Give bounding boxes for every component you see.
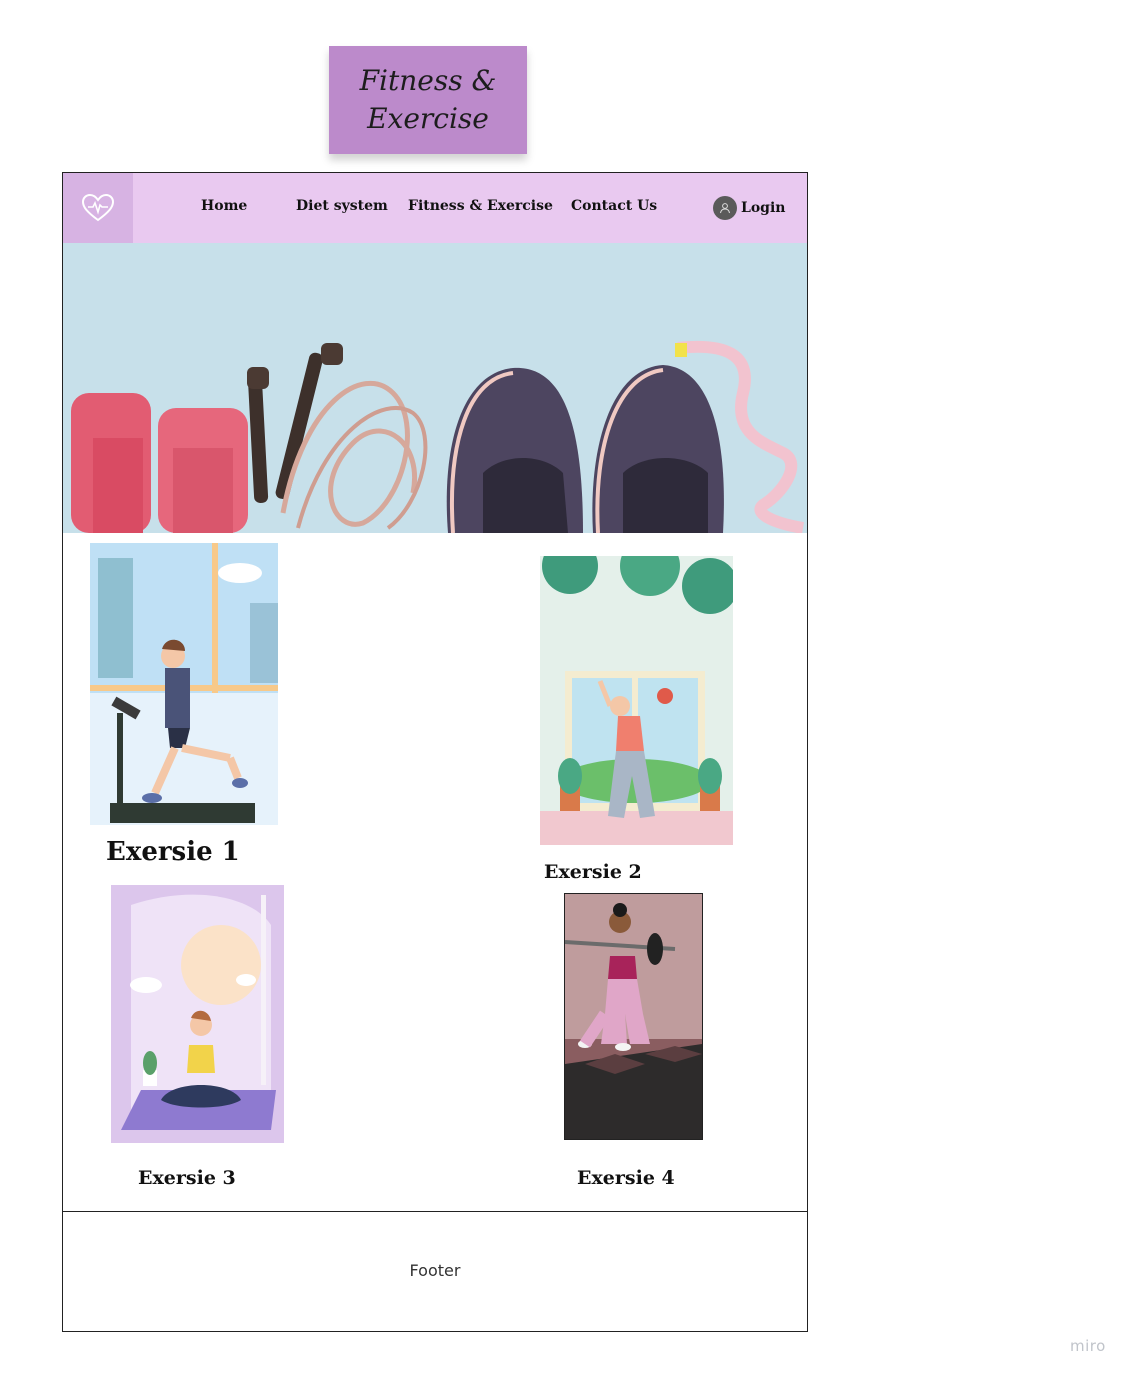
exercise-3-label[interactable]: Exersie 3 [138, 1167, 236, 1189]
exercise-2-label[interactable]: Exersie 2 [544, 861, 642, 883]
sticky-note-line2: Exercise [367, 102, 489, 135]
nav-home[interactable]: Home [201, 198, 247, 214]
nav-fitness-exercise[interactable]: Fitness & Exercise [408, 198, 553, 214]
exercise-3-image[interactable] [111, 885, 284, 1143]
exercise-2-image[interactable] [540, 556, 733, 845]
sticky-note-line1: Fitness & [359, 64, 497, 97]
sticky-note: Fitness & Exercise [329, 46, 527, 154]
user-icon [713, 196, 737, 220]
exercise-4-image[interactable] [564, 893, 703, 1140]
hero-banner [63, 243, 807, 533]
login-button[interactable]: Login [713, 195, 785, 221]
exercise-4-label[interactable]: Exersie 4 [577, 1167, 675, 1189]
exercise-1-image[interactable] [90, 543, 278, 825]
nav-contact-us[interactable]: Contact Us [571, 198, 657, 214]
miro-watermark: miro [1070, 1337, 1106, 1355]
login-label: Login [741, 200, 786, 216]
heart-pulse-icon [81, 193, 115, 222]
navbar: Home Diet system Fitness & Exercise Cont… [63, 173, 807, 244]
footer: Footer [409, 1261, 461, 1280]
page-frame: Home Diet system Fitness & Exercise Cont… [62, 172, 808, 1332]
logo[interactable] [63, 173, 133, 243]
footer-divider [63, 1211, 807, 1212]
exercise-1-label[interactable]: Exersie 1 [106, 837, 240, 867]
nav-diet-system[interactable]: Diet system [296, 198, 388, 214]
hero-image [63, 243, 807, 533]
